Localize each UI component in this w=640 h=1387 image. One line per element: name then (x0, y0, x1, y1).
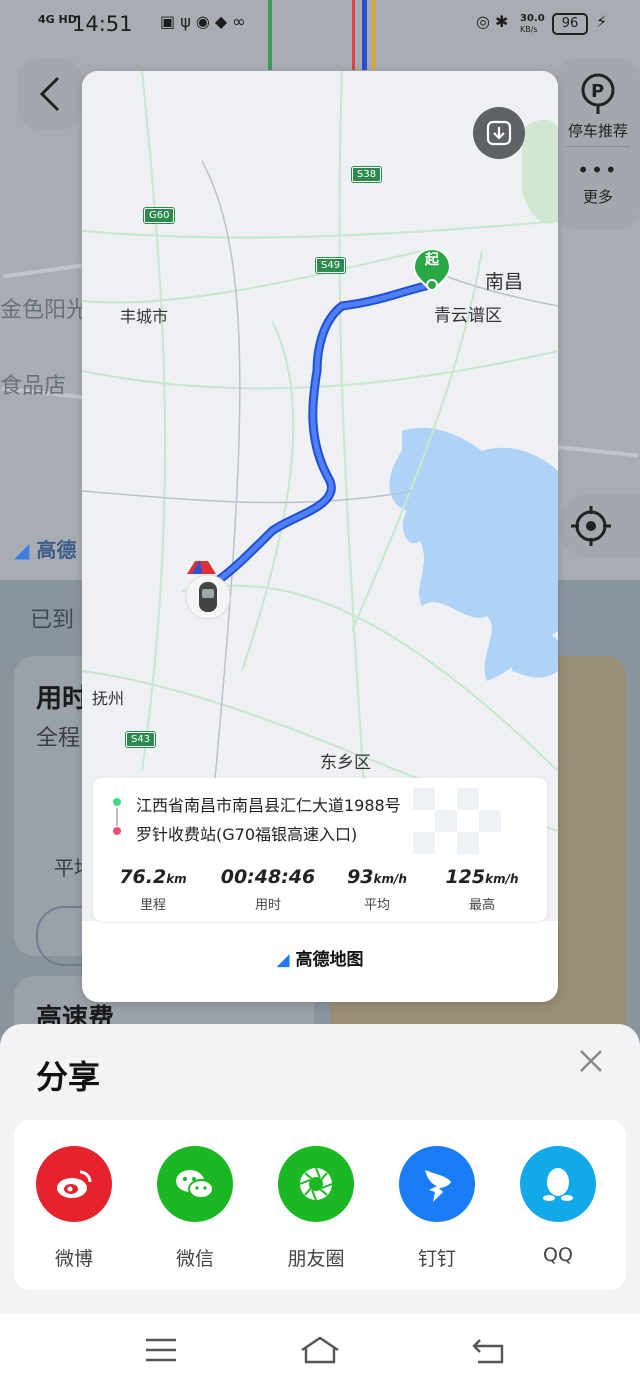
end-dot-icon (113, 827, 121, 835)
back-button[interactable] (18, 58, 82, 130)
start-dot-icon (113, 798, 121, 806)
more-button[interactable]: ••• 更多 (556, 158, 640, 207)
system-nav-bar (0, 1314, 640, 1387)
download-button[interactable] (473, 107, 525, 159)
start-address: 江西省南昌市南昌县汇仁大道1988号 (136, 796, 401, 815)
dingtalk-icon (399, 1146, 475, 1222)
road-shield: S43 (124, 731, 157, 748)
map-side-panel: P 停车推荐 ••• 更多 (556, 58, 640, 230)
share-qq[interactable]: QQ (518, 1146, 598, 1266)
share-moments[interactable]: 朋友圈 (276, 1146, 356, 1271)
map-label-district: 青云谱区 (434, 306, 502, 326)
share-dingtalk[interactable]: 钉钉 (397, 1146, 477, 1271)
notification-icons: ▣ ψ ◉ ◆ ∞ (160, 12, 246, 31)
moments-icon (278, 1146, 354, 1222)
car-marker-icon (185, 560, 231, 620)
stat-average-speed: 93km/h 平均 (347, 866, 407, 913)
back-icon[interactable] (470, 1334, 506, 1366)
route-map: 起 南昌 青云谱区 丰城市 抚州 东乡区 S38 G60 S49 S43 江西省… (82, 71, 558, 921)
share-sheet: 分享 微博 微信 朋友圈 钉钉 QQ (0, 1024, 640, 1314)
charging-icon: ⚡ (596, 12, 608, 31)
locate-button[interactable] (558, 494, 640, 558)
road-shield: S38 (350, 166, 383, 183)
location-bluetooth-icons: ◎ ✱ (476, 12, 509, 31)
end-address: 罗针收费站(G70福银高速入口) (136, 825, 358, 844)
svg-text:P: P (591, 81, 604, 102)
amap-logo-icon: ◢ (276, 950, 290, 970)
network-speed: 30.0 KB/s (520, 13, 545, 34)
qq-icon (520, 1146, 596, 1222)
trip-info-card: 江西省南昌市南昌县汇仁大道1988号 罗针收费站(G70福银高速入口) 76.2… (93, 778, 547, 921)
status-bar: 4G HD 14:51 ▣ ψ ◉ ◆ ∞ ◎ ✱ 30.0 KB/s 96 ⚡ (0, 0, 640, 50)
locate-icon (571, 506, 611, 546)
map-label-city: 丰城市 (120, 307, 169, 326)
close-button[interactable] (576, 1046, 606, 1076)
bg-poi-label: 金色阳光 (0, 298, 89, 323)
share-weibo[interactable]: 微博 (34, 1146, 114, 1271)
more-dots-icon: ••• (577, 158, 619, 182)
share-wechat[interactable]: 微信 (155, 1146, 235, 1271)
stat-max-speed: 125km/h 最高 (445, 866, 519, 913)
map-label-city: 南昌 (485, 271, 524, 293)
stat-distance: 76.2km 里程 (119, 866, 187, 913)
wechat-icon (157, 1146, 233, 1222)
share-app-list: 微博 微信 朋友圈 钉钉 QQ (14, 1120, 626, 1290)
share-preview-card: 起 南昌 青云谱区 丰城市 抚州 东乡区 S38 G60 S49 S43 江西省… (82, 71, 558, 1002)
download-icon (486, 120, 512, 146)
road-shield: S49 (314, 257, 347, 274)
close-icon (580, 1050, 602, 1072)
stat-duration: 00:48:46 用时 (220, 866, 316, 913)
bg-logo: ◢ 高德 (14, 538, 77, 562)
weibo-icon (36, 1146, 112, 1222)
parking-button[interactable]: P 停车推荐 (556, 72, 640, 141)
start-marker-label: 起 (425, 252, 439, 268)
home-icon[interactable] (298, 1334, 342, 1366)
brand-logo: ◢ 高德地图 (276, 950, 364, 970)
parking-icon: P (581, 73, 615, 114)
menu-icon[interactable] (143, 1336, 179, 1364)
share-title: 分享 (36, 1058, 101, 1096)
back-arrow-icon (39, 76, 60, 112)
clock: 14:51 (72, 12, 133, 36)
map-label-city: 抚州 (92, 689, 125, 708)
battery-icon: 96 (552, 13, 588, 35)
map-label-district: 东乡区 (320, 753, 371, 773)
road-shield: G60 (142, 207, 176, 224)
bg-poi-label: 食品店 (0, 374, 67, 399)
